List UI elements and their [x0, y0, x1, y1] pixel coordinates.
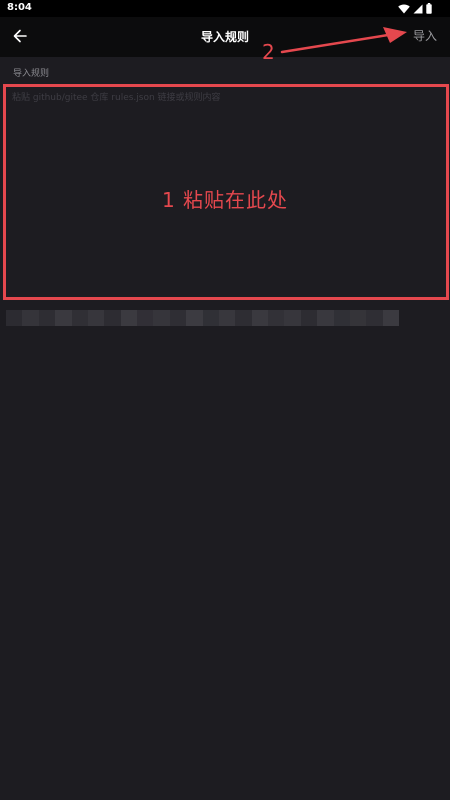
app-bar: 导入规则 导入: [0, 17, 450, 57]
status-icons: [398, 3, 432, 14]
import-button[interactable]: 导入: [413, 27, 437, 45]
battery-icon: [426, 0, 432, 18]
field-label: 导入规则: [13, 69, 50, 79]
page-title: 导入规则: [200, 30, 249, 44]
status-time: 8:04: [7, 2, 32, 13]
import-rules-screen: 8:04 导入规则 导入 导入规则 粘贴 github/gitee 仓库 rul…: [0, 0, 450, 800]
rule-input[interactable]: [7, 87, 443, 297]
blurred-hint-text: [6, 310, 399, 326]
cellular-signal-icon: [413, 0, 423, 18]
status-bar: 8:04: [0, 0, 450, 17]
wifi-icon: [398, 0, 410, 18]
